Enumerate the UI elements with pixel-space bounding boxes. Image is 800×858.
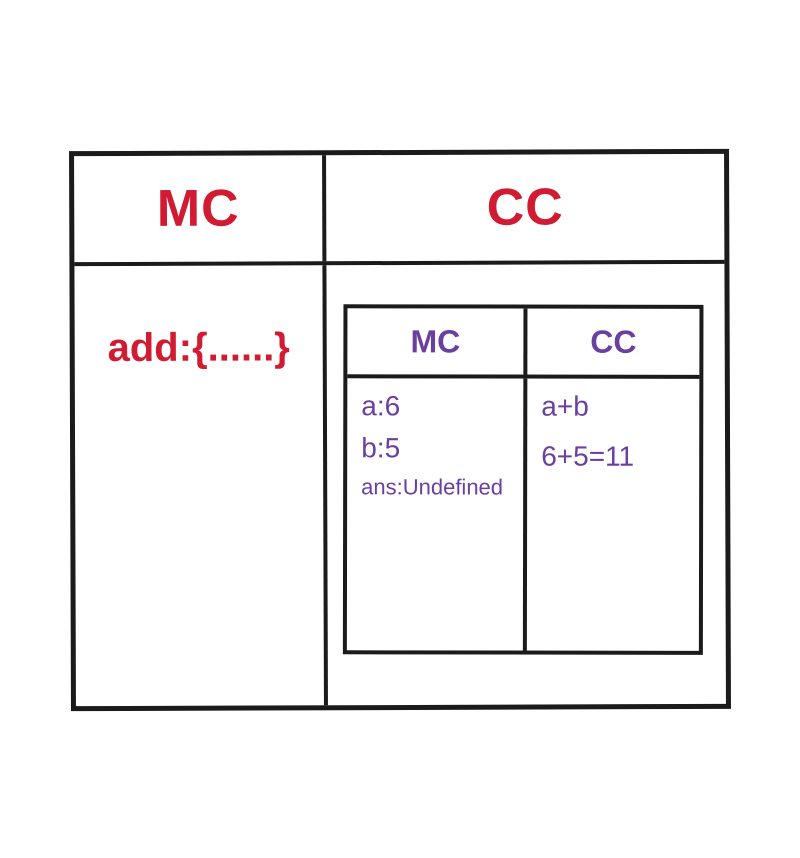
outer-header-mc-cell: MC (74, 155, 326, 262)
inner-header-mc-cell: MC (347, 308, 527, 374)
outer-header-mc-label: MC (157, 179, 240, 239)
eval-line: 6+5=11 (541, 441, 691, 473)
outer-body-mc-cell: add:{......} (74, 265, 328, 706)
diagram-canvas: MC CC add:{......} MC CC (0, 0, 800, 858)
var-ans-line: ans:Undefined (361, 474, 515, 500)
outer-table-header-row: MC CC (74, 154, 724, 266)
outer-header-cc-cell: CC (326, 154, 724, 261)
var-a-line: a:6 (361, 390, 515, 422)
inner-header-cc-cell: CC (527, 309, 699, 375)
inner-table: MC CC a:6 b:5 ans:Undefined (343, 304, 704, 655)
outer-table: MC CC add:{......} MC CC (69, 149, 731, 711)
inner-header-mc-label: MC (410, 323, 460, 360)
inner-table-body-row: a:6 b:5 ans:Undefined a+b 6+5=11 (347, 378, 699, 651)
add-function-label: add:{......} (108, 325, 290, 371)
inner-body-mc-cell: a:6 b:5 ans:Undefined (347, 378, 527, 650)
outer-table-body-row: add:{......} MC CC a:6 (74, 264, 726, 706)
expr-line: a+b (541, 391, 691, 423)
var-b-line: b:5 (361, 432, 515, 464)
inner-body-cc-cell: a+b 6+5=11 (527, 379, 699, 651)
inner-header-cc-label: CC (590, 323, 636, 360)
outer-body-cc-cell: MC CC a:6 b:5 ans:Undefined (326, 264, 726, 705)
outer-header-cc-label: CC (487, 177, 564, 237)
inner-table-header-row: MC CC (347, 308, 699, 379)
